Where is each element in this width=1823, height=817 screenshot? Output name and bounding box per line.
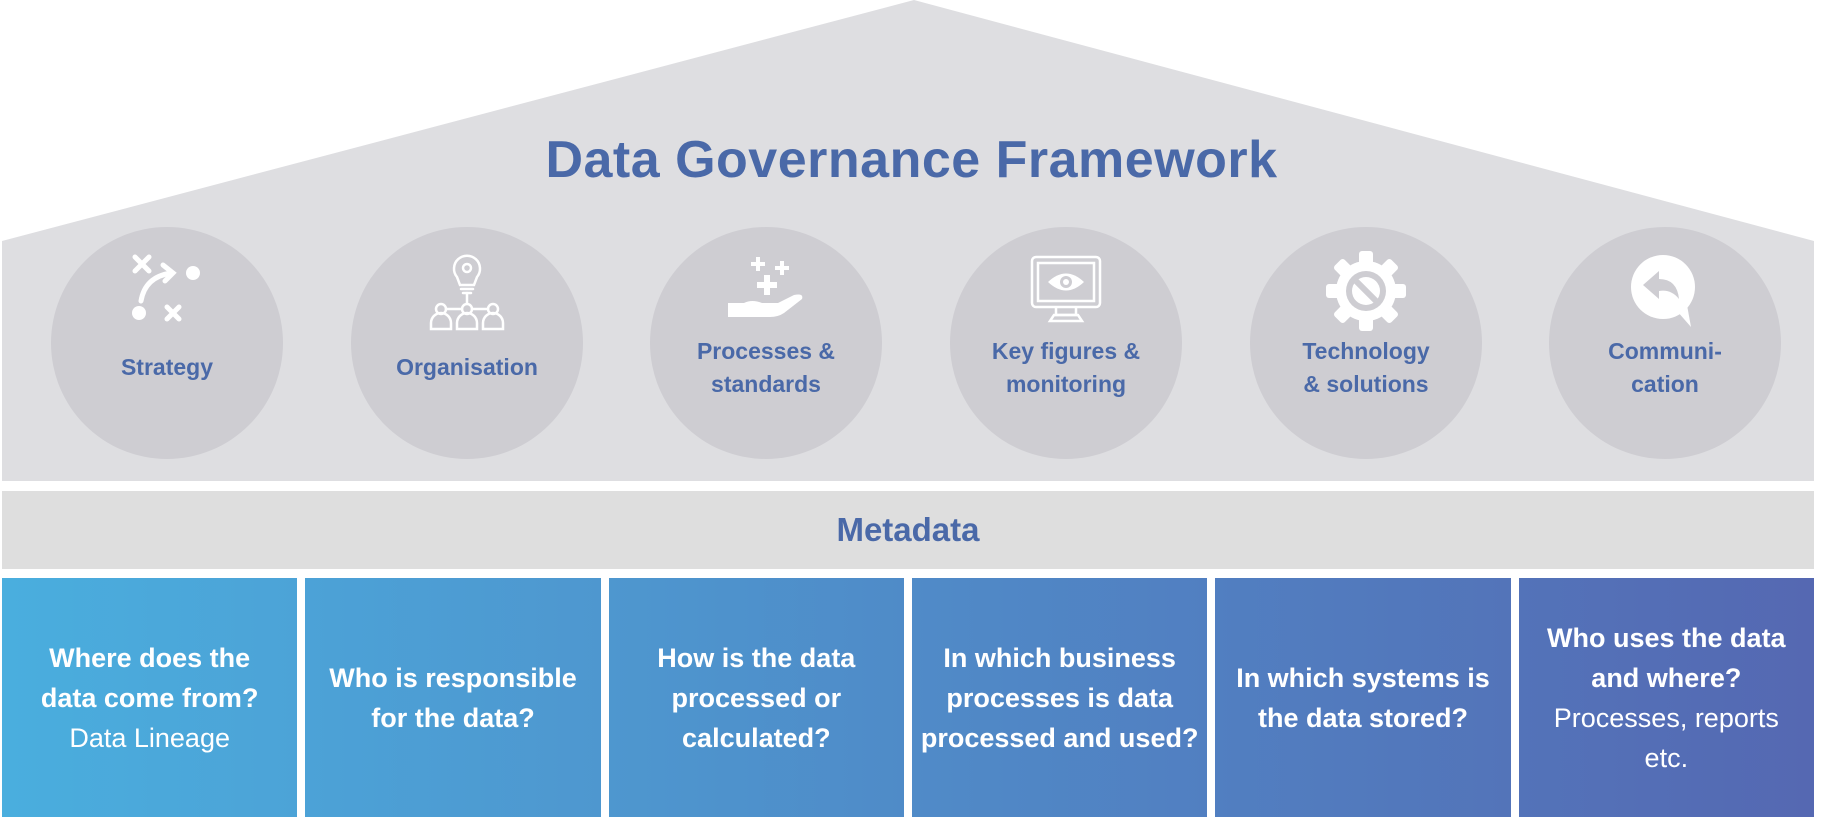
pillar-label-line: cation	[1631, 371, 1699, 397]
question-line: processed or	[671, 682, 842, 713]
pillar-label: Technology & solutions	[1250, 335, 1482, 401]
pillar-label-line: monitoring	[1005, 371, 1127, 397]
pillar-strategy: Strategy	[51, 227, 283, 459]
pillar-label-line: Technology	[1302, 338, 1430, 364]
question-line: for the data?	[371, 702, 535, 733]
chat-reply-icon	[1631, 255, 1695, 327]
question-line: Where does the	[49, 642, 251, 673]
question-box: In which systems is the data stored?	[1215, 578, 1511, 817]
question-line: Who is responsible	[329, 662, 577, 693]
lightbulb-team-icon	[429, 254, 505, 331]
question-line: the data stored?	[1257, 702, 1468, 733]
pillar-label-line: & solutions	[1303, 371, 1429, 397]
question-line: processes is data	[946, 682, 1173, 713]
question-line: and where?	[1591, 662, 1742, 693]
pillar-label: Strategy	[120, 354, 214, 380]
answer-line: Data Lineage	[69, 722, 230, 753]
question-line: processed and used?	[920, 722, 1199, 753]
question-line: calculated?	[682, 722, 831, 753]
question-text: Who uses the data and where? Processes, re…	[1547, 618, 1786, 778]
pillar-label-line: Processes &	[696, 338, 836, 364]
question-box: Who is responsible for the data?	[305, 578, 601, 817]
question-box: How is the data processed or calculated?	[608, 578, 904, 817]
pillar-technology-solutions: Technology & solutions	[1250, 227, 1482, 459]
pillar-label: Key figures & monitoring	[950, 335, 1182, 401]
question-line: Who uses the data	[1547, 622, 1786, 653]
pillar-label: Communi- cation	[1549, 335, 1781, 401]
house-roof	[2, 0, 1814, 481]
question-line: data come from?	[40, 682, 259, 713]
pillar-label: Organisation	[396, 354, 538, 380]
pillar-label: Processes & standards	[650, 335, 882, 401]
pillar-label-line: Communi-	[1608, 338, 1722, 364]
question-box: In which business processes is data proces…	[912, 578, 1208, 817]
pillar-communication: Communi- cation	[1549, 227, 1781, 459]
question-line: How is the data	[657, 642, 856, 673]
metadata-band: Metadata	[2, 491, 1814, 569]
question-text: Who is responsible for the data?	[329, 658, 577, 738]
page-title: Data Governance Framework	[545, 131, 1278, 189]
question-text: In which business processes is data proces…	[921, 638, 1199, 758]
monitor-eye-icon	[1030, 255, 1102, 323]
strategy-play-icon	[132, 254, 200, 322]
pillar-label-line: Key figures &	[991, 338, 1141, 364]
pillar-key-figures-monitoring: Key figures & monitoring	[950, 227, 1182, 459]
hand-plus-icon	[728, 257, 803, 317]
question-box: Who uses the data and where? Processes, re…	[1518, 578, 1814, 817]
gear-icon	[1326, 251, 1406, 331]
pillar-processes-standards: Processes & standards	[650, 227, 882, 459]
question-line: In which systems is	[1236, 662, 1490, 693]
question-line: In which business	[943, 642, 1176, 673]
question-text: How is the data processed or calculated?	[657, 638, 855, 758]
answer-line: Processes, reports	[1553, 702, 1779, 733]
question-text: In which systems is the data stored?	[1236, 658, 1490, 738]
pillar-organisation: Organisation	[351, 227, 583, 459]
question-box: Where does the data come from? Data Lineag…	[2, 578, 298, 817]
pillar-label-line: standards	[711, 371, 821, 397]
question-text: Where does the data come from? Data Lineag…	[41, 638, 259, 758]
answer-line: etc.	[1644, 742, 1689, 773]
